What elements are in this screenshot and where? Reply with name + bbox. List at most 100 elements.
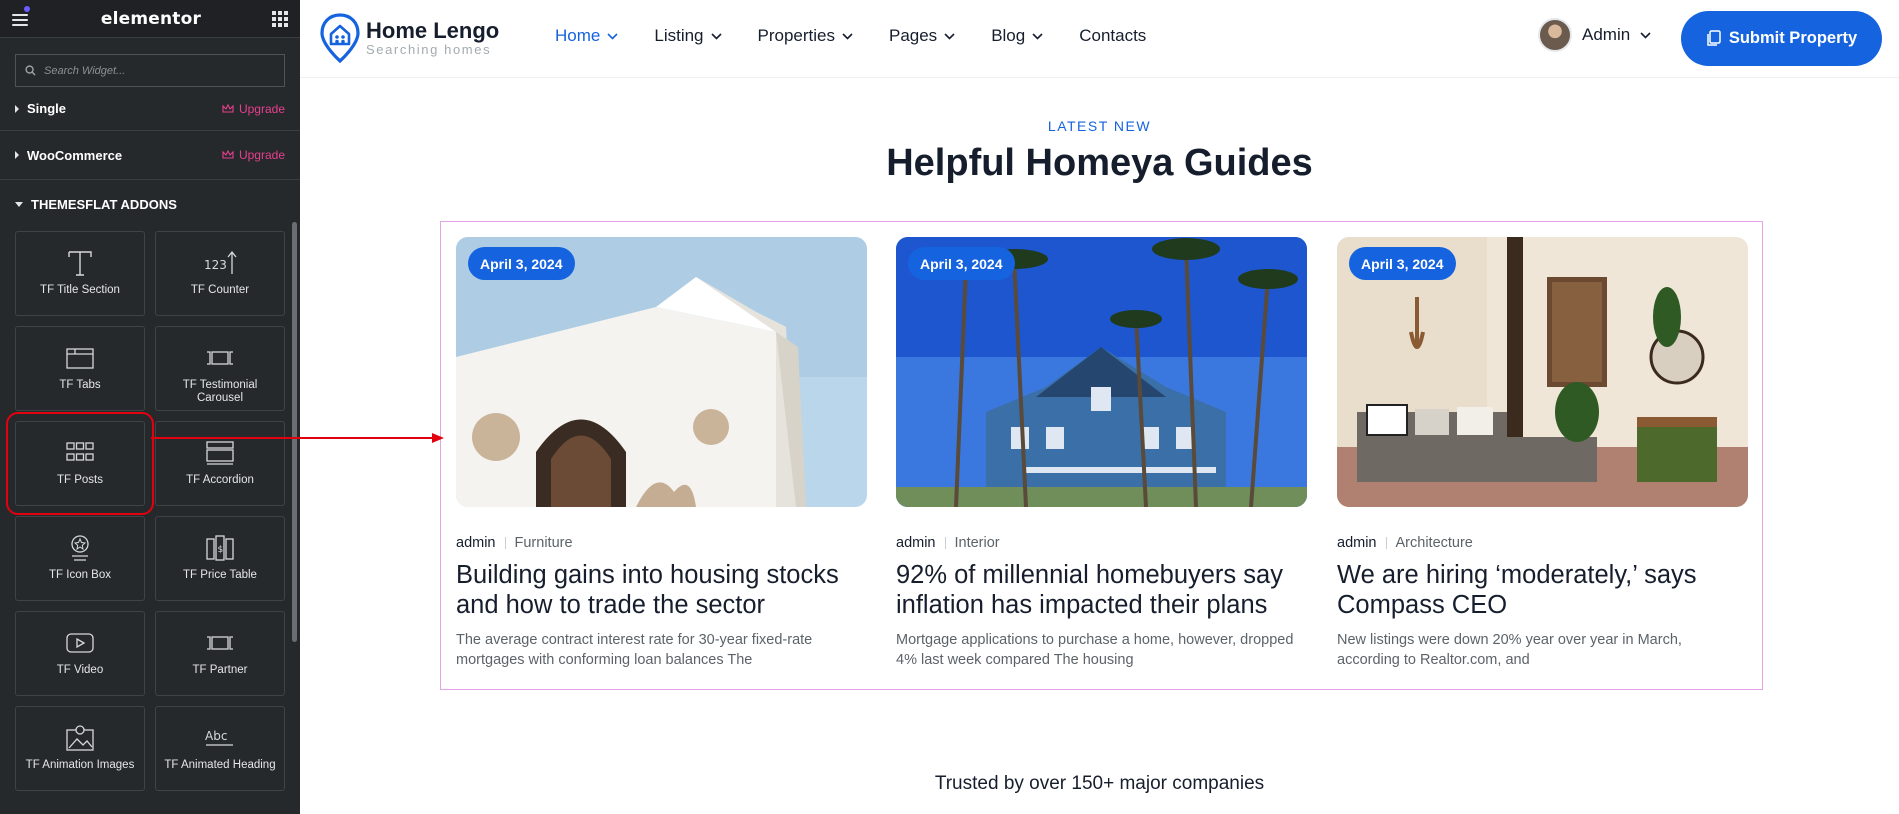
upgrade-link[interactable]: Upgrade	[222, 102, 285, 116]
chevron-down-icon	[944, 32, 955, 40]
widget-label: TF Video	[56, 664, 104, 676]
avatar	[1538, 18, 1572, 52]
price-table-icon: $	[206, 535, 234, 561]
widget-tf-animation-images[interactable]: TF Animation Images	[15, 706, 145, 791]
category-single[interactable]: Single Upgrade	[0, 87, 300, 131]
nav-properties[interactable]: Properties	[758, 26, 853, 46]
site-header: Home Lengo Searching homes Home Listing …	[300, 0, 1899, 78]
post-meta: admin Architecture	[1337, 535, 1748, 551]
post-image[interactable]: April 3, 2024	[1337, 237, 1748, 507]
post-excerpt: The average contract interest rate for 3…	[456, 632, 813, 668]
widget-tf-counter[interactable]: 123 TF Counter	[155, 231, 285, 316]
post-image[interactable]: April 3, 2024	[896, 237, 1307, 507]
user-name: Admin	[1582, 25, 1631, 44]
widget-tf-video[interactable]: TF Video	[15, 611, 145, 696]
submit-property-button[interactable]: Submit Property	[1681, 11, 1882, 66]
widget-label: TF Accordion	[186, 474, 254, 486]
widget-tf-testimonial-carousel[interactable]: TF Testimonial Carousel	[155, 326, 285, 411]
post-excerpt: Mortgage applications to purchase a home…	[896, 632, 1294, 668]
carousel-icon	[207, 351, 233, 365]
post-date-badge: April 3, 2024	[1349, 247, 1456, 280]
post-category[interactable]: Interior	[955, 535, 1000, 551]
caret-right-icon	[15, 151, 19, 159]
widget-tf-accordion[interactable]: TF Accordion	[155, 421, 285, 506]
brand-tagline: Searching homes	[366, 42, 492, 57]
nav-label: Pages	[888, 26, 938, 45]
nav-blog[interactable]: Blog	[991, 26, 1043, 46]
nav-pages[interactable]: Pages	[889, 26, 955, 46]
nav-contacts[interactable]: Contacts	[1079, 26, 1146, 46]
widget-tf-title-section[interactable]: TF Title Section	[15, 231, 145, 316]
widget-grid: TF Title Section 123 TF Counter TF Tabs …	[6, 231, 285, 791]
panel-header: elementor	[0, 0, 300, 38]
nav-label: Properties	[757, 26, 835, 45]
category-themesflat-addons[interactable]: THEMESFLAT ADDONS	[0, 180, 300, 229]
post-meta: admin Furniture	[456, 535, 867, 551]
post-category[interactable]: Architecture	[1396, 535, 1473, 551]
category-label: Single	[27, 101, 67, 116]
counter-icon: 123	[204, 250, 237, 274]
nav-listing[interactable]: Listing	[654, 26, 722, 46]
post-date-badge: April 3, 2024	[468, 247, 575, 280]
post-title[interactable]: Building gains into housing stocks and h…	[456, 560, 867, 620]
widget-label: TF Partner	[192, 664, 248, 676]
category-woocommerce[interactable]: WooCommerce Upgrade	[0, 131, 300, 180]
widget-label: TF Counter	[190, 284, 250, 296]
widget-label: TF Testimonial Carousel	[182, 379, 258, 404]
widgets-grid-icon[interactable]	[271, 10, 288, 27]
post-author[interactable]: admin	[456, 535, 496, 551]
search-widget-input[interactable]	[44, 64, 275, 77]
post-title[interactable]: 92% of millennial homebuyers say inflati…	[896, 560, 1307, 620]
tf-posts-widget[interactable]: April 3, 2024 admin Furniture Building g…	[440, 221, 1763, 690]
panel-scrollbar[interactable]	[292, 222, 297, 642]
post-category[interactable]: Furniture	[515, 535, 573, 551]
section-title: Helpful Homeya Guides	[886, 142, 1313, 184]
widget-tf-icon-box[interactable]: TF Icon Box	[15, 516, 145, 601]
post-card[interactable]: April 3, 2024 admin Furniture Building g…	[456, 237, 867, 670]
nav-home[interactable]: Home	[555, 26, 618, 46]
title-section-icon	[68, 251, 92, 276]
tabs-icon	[66, 348, 94, 369]
elementor-panel: elementor Single Upgrade WooCommerce Upg…	[0, 0, 300, 814]
widget-tf-animated-heading[interactable]: Abc TF Animated Heading	[155, 706, 285, 791]
post-excerpt: New listings were down 20% year over yea…	[1337, 632, 1682, 668]
crown-icon	[222, 150, 234, 159]
chevron-down-icon	[1640, 31, 1651, 39]
category-label: THEMESFLAT ADDONS	[31, 197, 177, 212]
post-card[interactable]: April 3, 2024 admin Interior 92% of mill…	[896, 237, 1307, 670]
post-card[interactable]: April 3, 2024 admin Architecture We are …	[1337, 237, 1748, 670]
upgrade-label: Upgrade	[238, 101, 285, 116]
main-nav: Home Listing Properties Pages Blog Conta…	[555, 26, 1146, 46]
post-author[interactable]: admin	[1337, 535, 1377, 551]
user-menu[interactable]: Admin	[1538, 18, 1651, 52]
video-icon	[66, 633, 94, 653]
widget-label: TF Animated Heading	[164, 759, 276, 771]
post-image[interactable]: April 3, 2024	[456, 237, 867, 507]
post-title[interactable]: We are hiring ‘moderately,’ says Compass…	[1337, 560, 1748, 620]
widget-label: TF Price Table	[183, 569, 257, 581]
svg-text:Abc: Abc	[205, 729, 227, 743]
svg-text:$: $	[218, 545, 224, 555]
brand-logo[interactable]: Home Lengo Searching homes	[320, 13, 499, 63]
widget-tf-partner[interactable]: TF Partner	[155, 611, 285, 696]
post-author[interactable]: admin	[896, 535, 936, 551]
animation-images-icon	[66, 725, 94, 751]
section-subtitle: LATEST NEW	[1047, 118, 1152, 134]
elementor-logo: elementor	[100, 8, 202, 29]
caret-down-icon	[15, 202, 23, 207]
widget-label: TF Title Section	[40, 284, 120, 296]
widget-label: TF Animation Images	[25, 759, 135, 771]
upgrade-link[interactable]: Upgrade	[222, 148, 285, 162]
trusted-heading: Trusted by over 150+ major companies	[934, 773, 1265, 794]
post-meta: admin Interior	[896, 535, 1307, 551]
widget-tf-tabs[interactable]: TF Tabs	[15, 326, 145, 411]
widget-tf-posts[interactable]: TF Posts	[6, 412, 154, 515]
chevron-down-icon	[842, 32, 853, 40]
accordion-icon	[206, 441, 234, 465]
widget-tf-price-table[interactable]: $ TF Price Table	[155, 516, 285, 601]
chevron-down-icon	[1032, 32, 1043, 40]
menu-icon[interactable]	[12, 5, 30, 26]
house-pin-logo-icon	[320, 13, 360, 63]
caret-right-icon	[15, 104, 19, 113]
chevron-down-icon	[607, 32, 618, 40]
